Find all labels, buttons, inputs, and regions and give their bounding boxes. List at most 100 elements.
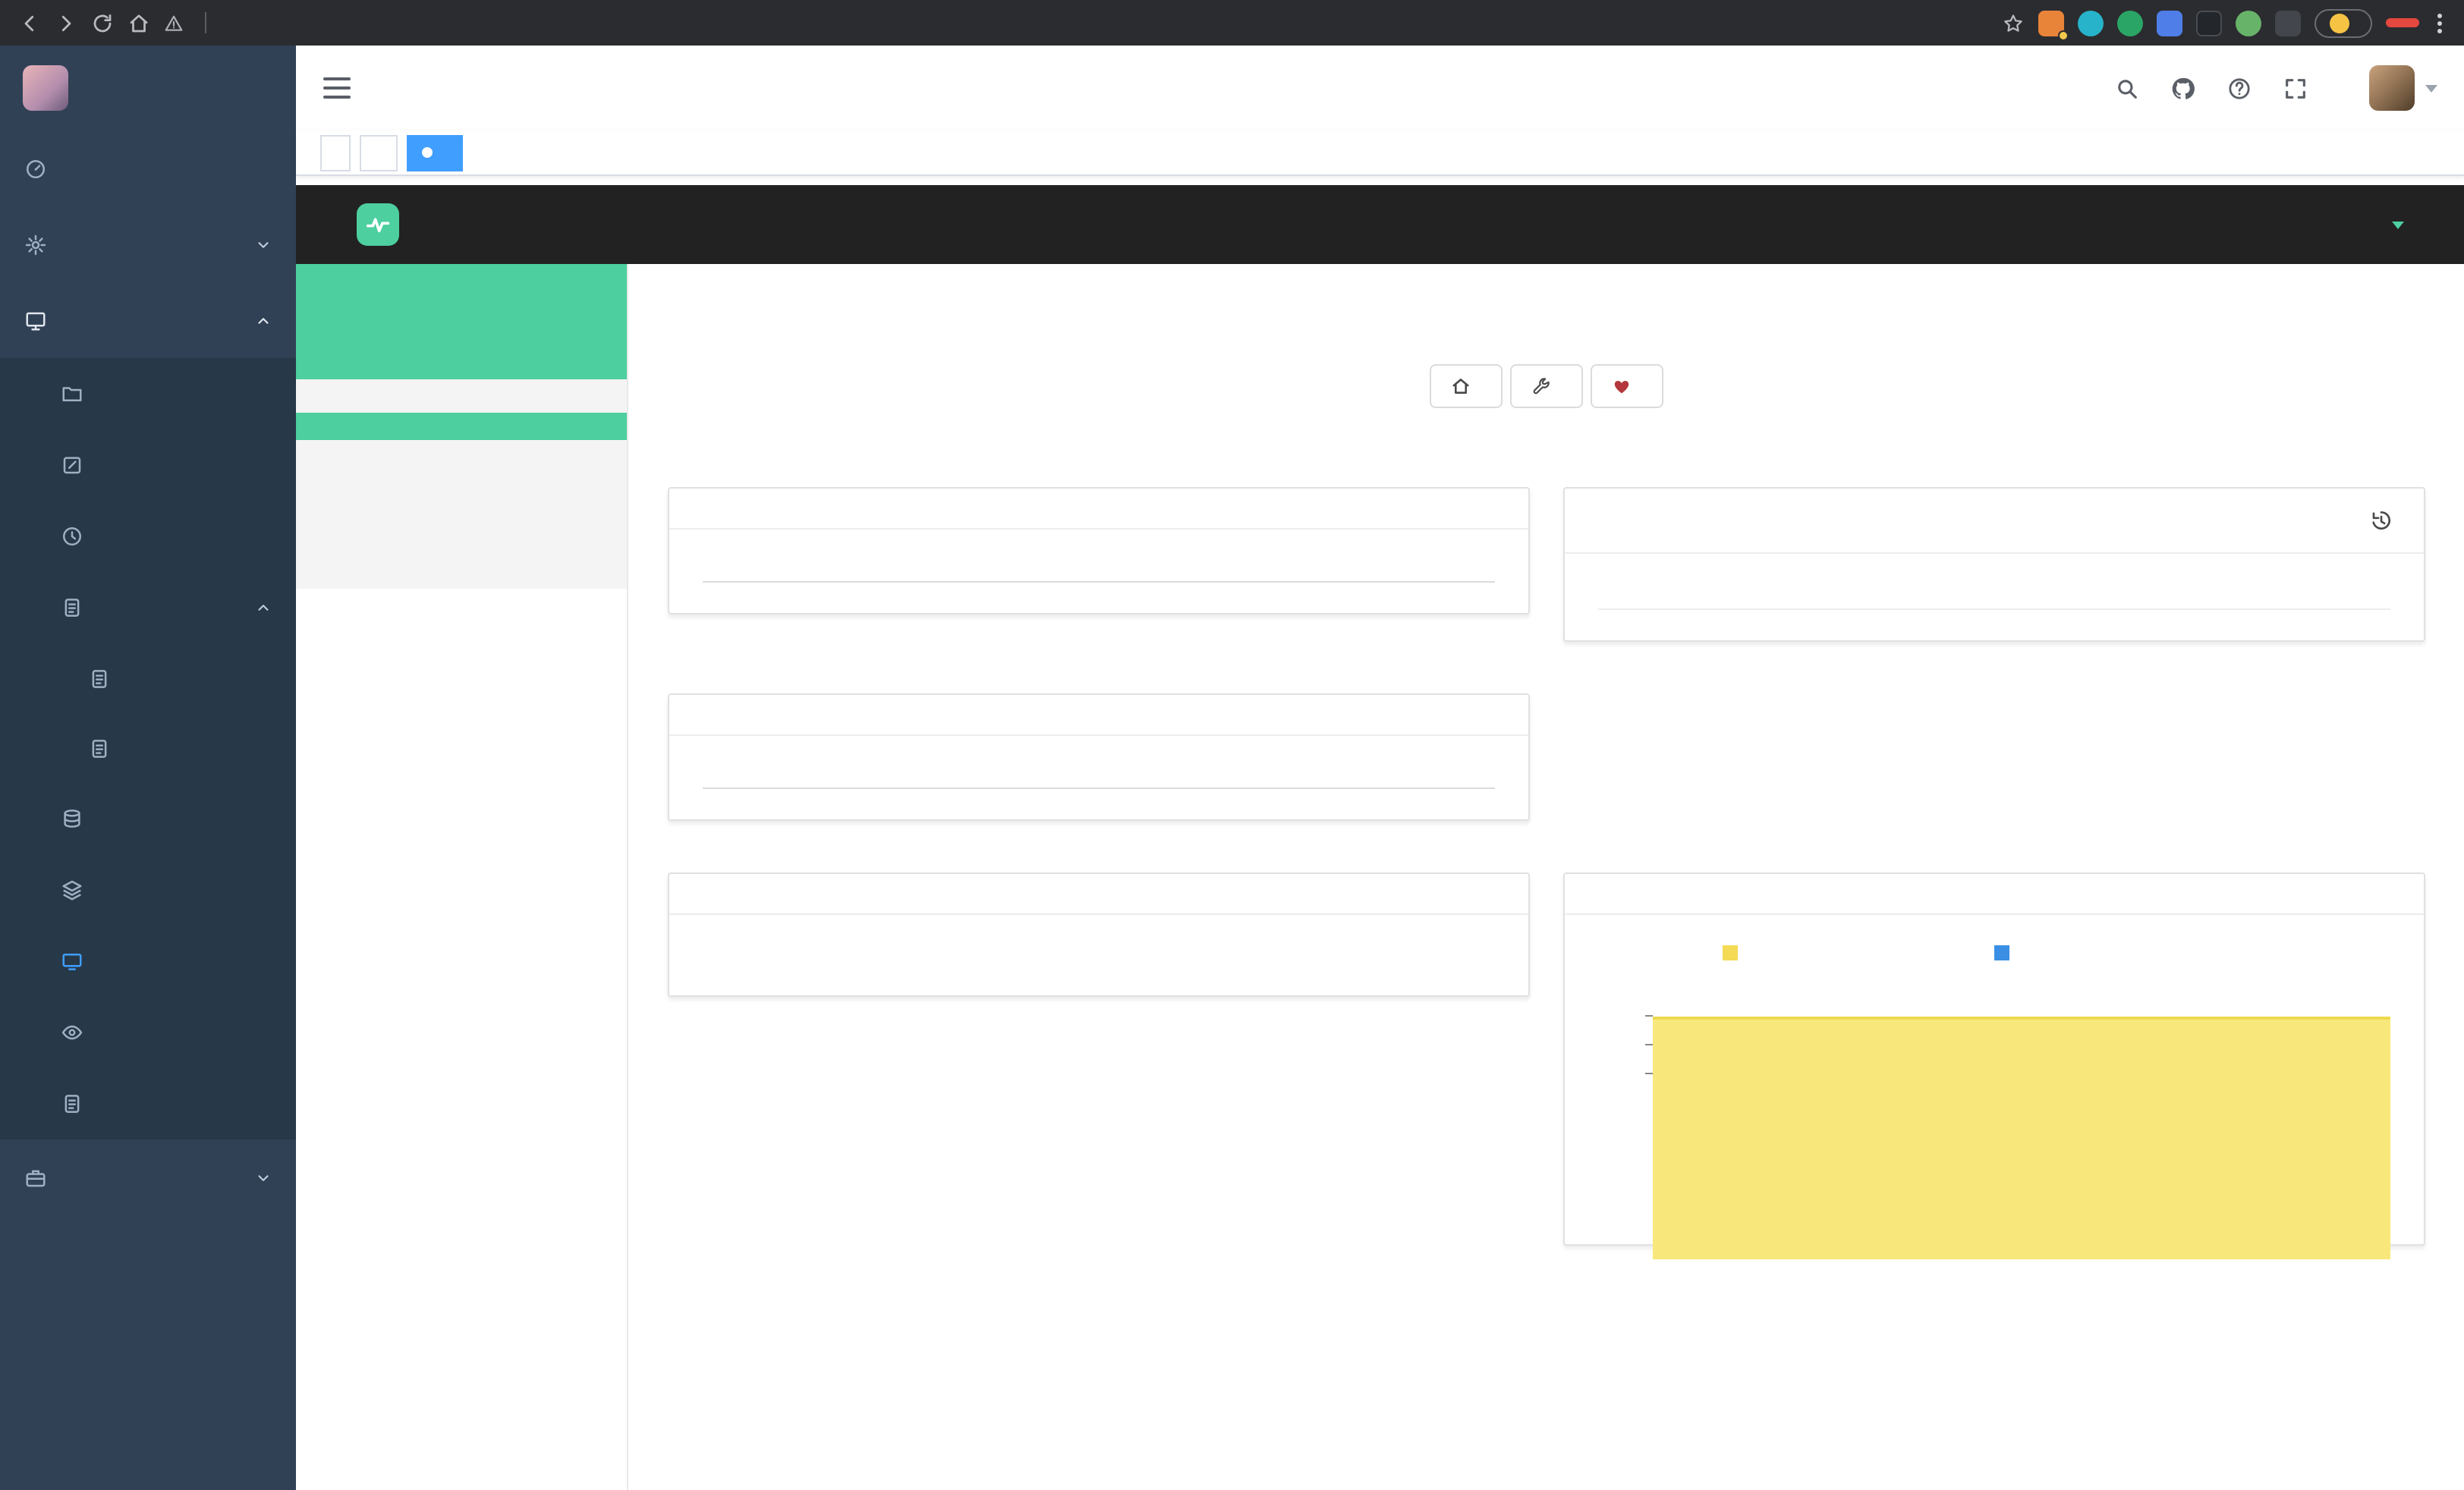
instance-health-row[interactable] [1598, 578, 2390, 610]
tags-bar [296, 130, 2464, 176]
tag-java-monitor[interactable] [407, 134, 463, 171]
sidebar-item-log-center[interactable] [0, 1068, 296, 1140]
instance-header[interactable] [296, 264, 627, 379]
pulse-icon [363, 209, 393, 240]
card-header [1565, 874, 2424, 915]
sidebar [0, 46, 296, 1490]
tag-home[interactable] [320, 134, 351, 171]
plot-area [1653, 1001, 2390, 1214]
sidebar-item-performance[interactable] [296, 440, 627, 467]
process-card [668, 872, 1530, 997]
main-column [296, 46, 2464, 1490]
sidebar-item-details[interactable] [296, 413, 627, 440]
display-icon [61, 950, 83, 973]
sba-navbar [296, 185, 2464, 264]
sidebar-item-system-management[interactable] [0, 206, 296, 282]
sidebar-item-mappings[interactable] [296, 649, 627, 680]
language-select[interactable] [2383, 215, 2404, 234]
sidebar-submenu-api-logs [0, 643, 296, 783]
card-body [1565, 915, 2424, 1244]
metadata-row [703, 760, 1495, 789]
screen [0, 0, 2464, 1490]
sidebar-item-error-logs[interactable] [0, 713, 296, 783]
user-menu[interactable] [2369, 65, 2437, 111]
sidebar-item-environment[interactable] [296, 467, 627, 495]
paused-extension-pill[interactable] [2315, 8, 2372, 37]
home-icon[interactable] [127, 11, 150, 34]
sidebar-item-infrastructure[interactable] [0, 282, 296, 358]
tag-redis-monitor[interactable] [360, 134, 398, 171]
sidebar-item-scheduled-tasks[interactable] [0, 501, 296, 572]
smiley-icon [2330, 13, 2349, 33]
avatar [2369, 65, 2415, 111]
chevron-down-icon [255, 236, 272, 253]
legend-swatch-active [1723, 945, 1739, 960]
github-icon[interactable] [2170, 75, 2196, 101]
extension-icon-switch[interactable] [2196, 10, 2222, 36]
sidebar-item-classes[interactable] [296, 495, 627, 522]
endpoint-link-actuator[interactable] [1510, 364, 1583, 408]
sidebar-item-caches[interactable] [296, 680, 627, 710]
wrench-icon [1531, 376, 1551, 396]
document-icon [88, 667, 111, 690]
url-divider [205, 12, 206, 33]
help-icon[interactable] [2226, 75, 2252, 101]
security-chip[interactable] [164, 13, 191, 33]
endpoint-link-health[interactable] [1591, 364, 1663, 408]
extension-icon-orange[interactable] [2038, 10, 2064, 36]
database-icon [61, 807, 83, 830]
extension-icon-green[interactable] [2117, 10, 2143, 36]
detail-cards [668, 487, 2425, 1246]
browser-menu-icon[interactable] [2433, 13, 2447, 33]
tick-mark [1645, 1015, 1653, 1017]
document-icon [61, 596, 83, 619]
threads-card [1563, 872, 2425, 1246]
sidebar-item-file-management[interactable] [0, 358, 296, 429]
briefcase-icon [24, 1166, 47, 1189]
tick-mark [1645, 1073, 1653, 1074]
search-icon[interactable] [2114, 75, 2140, 101]
sidebar-item-tracing[interactable] [0, 997, 296, 1068]
sidebar-item-logs[interactable] [296, 589, 627, 619]
layers-icon [61, 879, 83, 901]
reload-icon[interactable] [91, 11, 114, 34]
update-button[interactable] [2386, 18, 2419, 27]
folder-icon [61, 382, 83, 405]
spring-boot-admin-logo[interactable] [357, 203, 399, 246]
gear-icon [24, 233, 47, 256]
sba-sidebar [296, 264, 628, 1490]
forward-icon[interactable] [55, 11, 77, 34]
extension-icon-leaf[interactable] [2236, 10, 2261, 36]
legend-swatch-daemon [1994, 945, 2009, 960]
card-body [669, 915, 1528, 995]
endpoint-link-root[interactable] [1430, 364, 1503, 408]
extension-icon-teal[interactable] [2078, 10, 2104, 36]
sidebar-item-redis-monitor[interactable] [0, 854, 296, 926]
sidebar-item-api-logs[interactable] [0, 572, 296, 643]
card-body [669, 736, 1528, 819]
sba-main [628, 264, 2464, 1490]
history-icon[interactable] [2369, 508, 2393, 533]
sidebar-item-scheduled-tasks[interactable] [296, 549, 627, 577]
monitor-icon [24, 309, 47, 332]
sidebar-item-config-properties[interactable] [296, 522, 627, 549]
sidebar-item-mysql-monitor[interactable] [0, 783, 296, 854]
card-header [669, 695, 1528, 736]
header-actions [2114, 65, 2437, 111]
sidebar-item-config-management[interactable] [0, 429, 296, 501]
extension-icon-blue[interactable] [2157, 10, 2182, 36]
sidebar-item-dev-tools[interactable] [0, 1140, 296, 1215]
sidebar-item-jvm[interactable] [296, 619, 627, 649]
sidebar-item-access-logs[interactable] [0, 643, 296, 713]
hamburger-icon[interactable] [323, 77, 351, 99]
active-dot [422, 147, 433, 158]
browser-chrome [0, 0, 2464, 46]
sidebar-item-java-monitor[interactable] [0, 926, 296, 997]
sidebar-item-home[interactable] [0, 130, 296, 206]
extension-icon-pin[interactable] [2275, 10, 2301, 36]
info-card [668, 487, 1530, 615]
document-icon [61, 1092, 83, 1115]
bookmark-star-icon[interactable] [2002, 11, 2025, 34]
fullscreen-icon[interactable] [2283, 75, 2308, 101]
back-icon[interactable] [18, 11, 41, 34]
